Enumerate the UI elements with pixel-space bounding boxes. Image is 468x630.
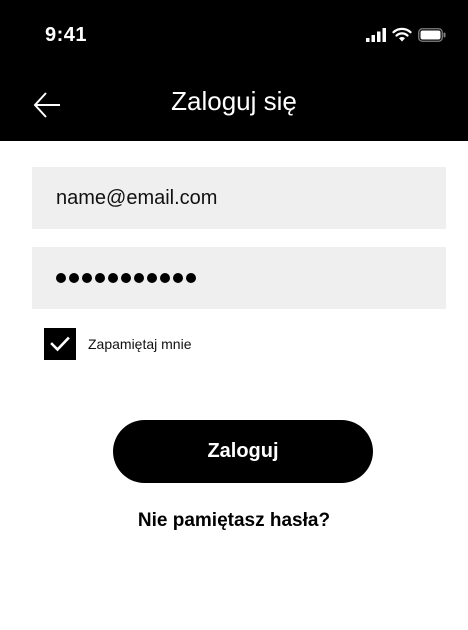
password-dot <box>108 273 118 283</box>
battery-icon <box>418 27 446 47</box>
password-dot <box>134 273 144 283</box>
password-dot <box>173 273 183 283</box>
password-dot <box>69 273 79 283</box>
cellular-signal-icon <box>366 27 386 47</box>
status-time: 9:41 <box>45 24 88 46</box>
status-icons <box>366 27 446 47</box>
password-dot <box>82 273 92 283</box>
checkmark-icon <box>50 336 70 352</box>
password-dot <box>121 273 131 283</box>
password-dot <box>95 273 105 283</box>
login-button[interactable]: Zaloguj <box>113 420 373 483</box>
password-field[interactable] <box>32 247 446 309</box>
password-dot <box>186 273 196 283</box>
email-field[interactable]: name@email.com <box>32 167 446 229</box>
login-button-label: Zaloguj <box>207 440 279 462</box>
login-screen: 9:41 Zaloguj się name@email.com Zapamięt… <box>0 0 468 630</box>
wifi-icon <box>392 27 412 47</box>
password-dot <box>56 273 66 283</box>
forgot-password-link[interactable]: Nie pamiętasz hasła? <box>0 510 468 532</box>
page-title: Zaloguj się <box>171 86 297 116</box>
remember-me-toggle[interactable]: Zapamiętaj mnie <box>44 328 192 360</box>
password-masked-value <box>56 273 196 283</box>
top-bar: 9:41 Zaloguj się <box>0 0 468 141</box>
password-dot <box>160 273 170 283</box>
remember-me-checkbox[interactable] <box>44 328 76 360</box>
password-dot <box>147 273 157 283</box>
email-value: name@email.com <box>56 186 218 209</box>
remember-me-label: Zapamiętaj mnie <box>88 336 192 352</box>
